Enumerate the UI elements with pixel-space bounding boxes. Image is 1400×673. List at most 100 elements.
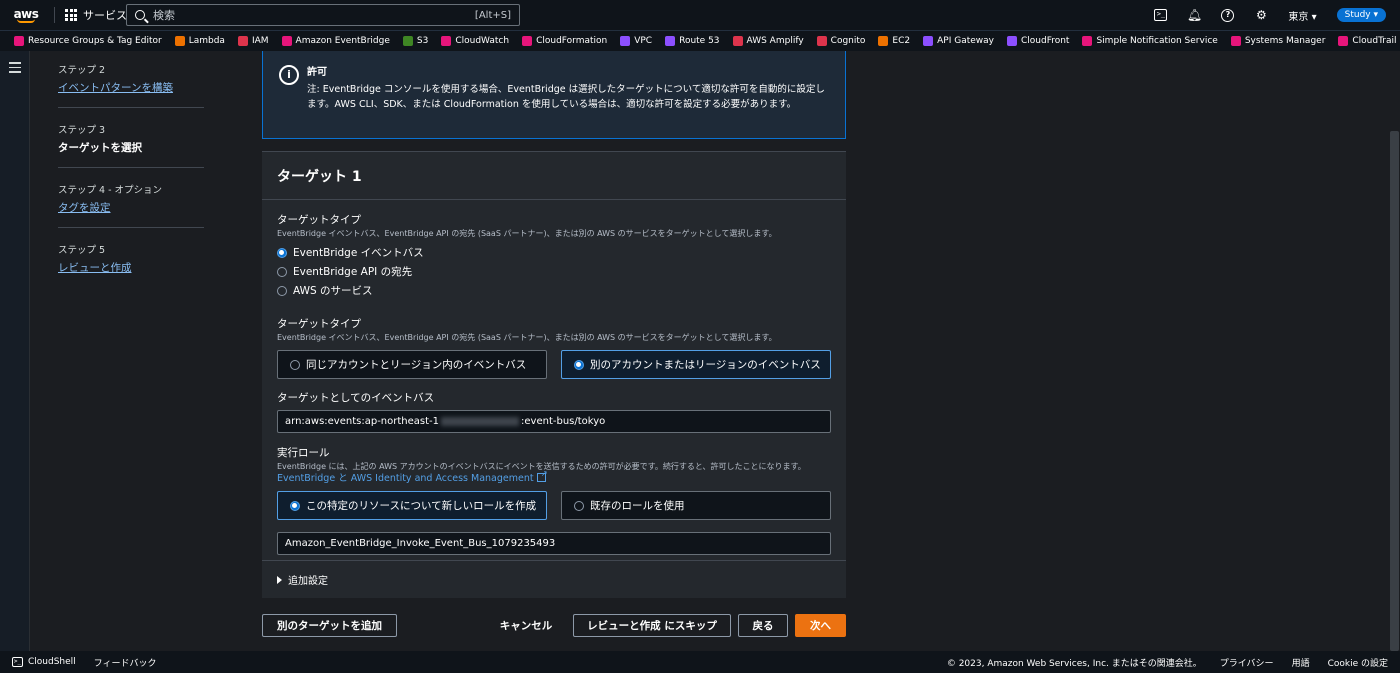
- service-icon: [402, 36, 413, 46]
- step-number: ステップ 2: [58, 65, 106, 76]
- favorite-systems-manager[interactable]: Systems Manager: [1230, 36, 1325, 46]
- favorite-cognito[interactable]: Cognito: [816, 36, 865, 46]
- service-icon: [14, 36, 24, 46]
- bus-type-tile[interactable]: 別のアカウントまたはリージョンのイベントバス: [561, 350, 831, 379]
- step-number: ステップ 3: [58, 125, 106, 136]
- search-box[interactable]: [Alt+S]: [126, 4, 520, 26]
- favorite-lambda[interactable]: Lambda: [174, 36, 225, 46]
- radio-label: EventBridge API の宛先: [293, 266, 413, 278]
- next-button[interactable]: 次へ: [795, 614, 846, 637]
- favorite-iam[interactable]: IAM: [237, 36, 269, 46]
- bus-type-label: ターゲットタイプ: [277, 318, 361, 330]
- favorite-cloudformation[interactable]: CloudFormation: [522, 36, 607, 46]
- favorite-cloudfront[interactable]: CloudFront: [1006, 36, 1070, 46]
- favorite-vpc[interactable]: VPC: [620, 36, 652, 46]
- bus-arn-input[interactable]: arn:aws:events:ap-northeast-1 :event-bus…: [277, 410, 831, 433]
- gear-icon[interactable]: ⚙: [1254, 8, 1268, 22]
- favorite-label: CloudFront: [1020, 36, 1070, 46]
- step-link[interactable]: タグを設定: [58, 200, 204, 215]
- service-icon: [237, 36, 248, 46]
- service-icon: [1338, 36, 1349, 46]
- info-icon: i: [279, 65, 299, 85]
- favorite-simple-notification-service[interactable]: Simple Notification Service: [1082, 36, 1218, 46]
- top-navigation: aws サービス [Alt+S] >_ 🔔︎ ? ⚙ 東京 ▾ Study ▾: [0, 0, 1400, 30]
- radio-button[interactable]: [290, 500, 300, 511]
- bell-icon[interactable]: 🔔︎: [1187, 8, 1202, 22]
- target-title: ターゲット 1: [277, 169, 362, 185]
- hamburger-menu-icon[interactable]: [9, 62, 21, 76]
- terms-link[interactable]: 用語: [1292, 656, 1310, 669]
- cloudshell-label: CloudShell: [28, 657, 76, 667]
- region-selector[interactable]: 東京 ▾: [1288, 8, 1316, 23]
- target-type-option[interactable]: EventBridge イベントバス: [277, 246, 831, 259]
- radio-label: AWS のサービス: [293, 285, 373, 297]
- favorite-label: IAM: [251, 36, 269, 46]
- target-type-option[interactable]: EventBridge API の宛先: [277, 265, 831, 278]
- role-name-input[interactable]: Amazon_EventBridge_Invoke_Event_Bus_1079…: [277, 532, 831, 555]
- favorite-label: CloudWatch: [455, 36, 510, 46]
- favorite-label: S3: [416, 36, 429, 46]
- wizard-step: ステップ 4 - オプションタグを設定: [58, 182, 204, 228]
- favorite-ec2[interactable]: EC2: [878, 36, 910, 46]
- favorite-api-gateway[interactable]: API Gateway: [923, 36, 994, 46]
- cookie-settings-link[interactable]: Cookie の設定: [1328, 656, 1388, 669]
- cloudshell-icon[interactable]: >_: [1154, 9, 1168, 21]
- radio-button[interactable]: [277, 266, 287, 277]
- tile-label: 別のアカウントまたはリージョンのイベントバス: [590, 359, 821, 371]
- skip-to-review-button[interactable]: レビューと作成 にスキップ: [573, 614, 731, 637]
- search-shortcut-hint: [Alt+S]: [474, 9, 511, 21]
- service-icon: [174, 36, 185, 46]
- help-icon[interactable]: ?: [1221, 8, 1235, 22]
- step-link[interactable]: レビューと作成: [58, 260, 204, 275]
- bus-type-tile[interactable]: 同じアカウントとリージョン内のイベントバス: [277, 350, 547, 379]
- iam-doc-link[interactable]: EventBridge と AWS Identity and Access Ma…: [277, 473, 534, 484]
- service-icon: [441, 36, 452, 46]
- search-input[interactable]: [153, 8, 475, 22]
- aws-logo[interactable]: aws: [8, 0, 44, 30]
- back-button[interactable]: 戻る: [738, 614, 788, 637]
- service-icon: [878, 36, 889, 46]
- radio-button[interactable]: [277, 247, 287, 258]
- role-name-value: Amazon_EventBridge_Invoke_Event_Bus_1079…: [285, 538, 556, 549]
- cancel-button[interactable]: キャンセル: [492, 614, 560, 637]
- step-label-current: ターゲットを選択: [58, 142, 142, 154]
- radio-button[interactable]: [574, 500, 584, 511]
- favorite-aws-amplify[interactable]: AWS Amplify: [732, 36, 804, 46]
- target-panel: ターゲット 1 ターゲットタイプ EventBridge イベントバス、Even…: [262, 151, 846, 598]
- service-icon: [816, 36, 827, 46]
- additional-settings-toggle[interactable]: 追加設定: [262, 560, 846, 598]
- radio-button[interactable]: [574, 359, 584, 370]
- favorite-label: Resource Groups & Tag Editor: [28, 36, 162, 46]
- page-scrollbar-thumb[interactable]: [1390, 131, 1399, 651]
- radio-button[interactable]: [277, 285, 287, 296]
- role-tile[interactable]: 既存のロールを使用: [561, 491, 831, 520]
- add-target-button[interactable]: 別のターゲットを追加: [262, 614, 397, 637]
- privacy-link[interactable]: プライバシー: [1220, 656, 1274, 669]
- account-menu[interactable]: Study ▾: [1336, 8, 1386, 22]
- footer-cloudshell-button[interactable]: >_ CloudShell: [12, 657, 76, 667]
- services-label: サービス: [83, 9, 127, 22]
- target-type-option[interactable]: AWS のサービス: [277, 284, 831, 297]
- favorite-resource-groups-tag-editor[interactable]: Resource Groups & Tag Editor: [14, 36, 162, 46]
- services-menu-button[interactable]: サービス: [65, 7, 127, 23]
- step-number: ステップ 4 - オプション: [58, 185, 163, 196]
- favorite-cloudwatch[interactable]: CloudWatch: [441, 36, 509, 46]
- service-icon: [923, 36, 934, 46]
- favorite-s3[interactable]: S3: [402, 36, 429, 46]
- feedback-link[interactable]: フィードバック: [94, 656, 157, 669]
- step-link[interactable]: イベントパターンを構築: [58, 80, 204, 95]
- favorite-cloudtrail[interactable]: CloudTrail: [1338, 36, 1397, 46]
- bus-type-desc: EventBridge イベントバス、EventBridge API の宛先 (…: [277, 333, 777, 342]
- favorite-label: API Gateway: [937, 36, 994, 46]
- favorite-amazon-eventbridge[interactable]: Amazon EventBridge: [281, 36, 390, 46]
- radio-button[interactable]: [290, 359, 300, 370]
- favorite-label: CloudTrail: [1352, 36, 1397, 46]
- side-rail: [0, 51, 30, 651]
- target-type-label: ターゲットタイプ: [277, 214, 361, 226]
- radio-label: EventBridge イベントバス: [293, 247, 424, 259]
- target-panel-body: ターゲットタイプ EventBridge イベントバス、EventBridge …: [262, 200, 846, 567]
- favorite-label: EC2: [892, 36, 911, 46]
- role-tile[interactable]: この特定のリソースについて新しいロールを作成: [277, 491, 547, 520]
- wizard-steps: ステップ 2 イベントパターンを構築ステップ 3 ターゲットを選択ステップ 4 - …: [58, 62, 204, 301]
- favorite-route-53[interactable]: Route 53: [665, 36, 720, 46]
